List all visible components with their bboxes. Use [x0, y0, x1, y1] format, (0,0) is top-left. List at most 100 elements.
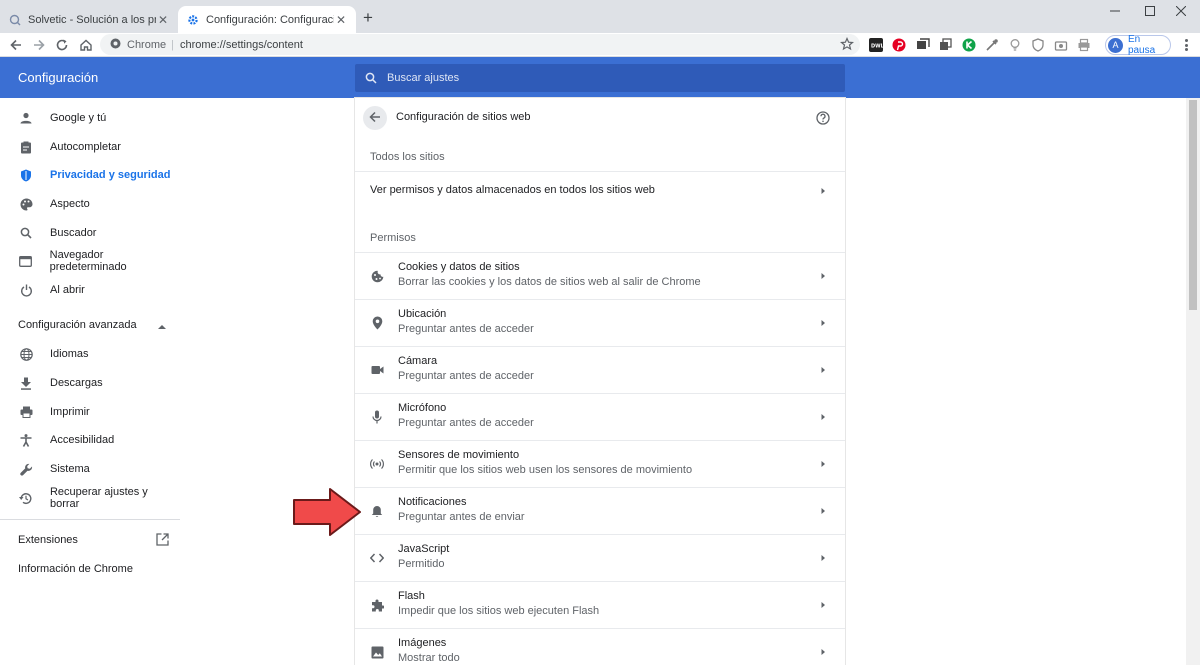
- sidebar-item-about-chrome[interactable]: Información de Chrome: [18, 563, 133, 575]
- advanced-settings-toggle[interactable]: Configuración avanzada: [18, 315, 168, 335]
- row-subtitle: Preguntar antes de enviar: [398, 511, 525, 523]
- row-subtitle: Permitido: [398, 558, 445, 570]
- browser-icon: [19, 254, 33, 268]
- sidebar-item-extensions[interactable]: Extensiones: [18, 534, 78, 546]
- reload-icon[interactable]: [52, 35, 72, 55]
- sidebar-item-privacy[interactable]: Privacidad y seguridad: [0, 161, 180, 189]
- gear-icon: [186, 13, 200, 27]
- chrome-logo-icon: [110, 38, 121, 52]
- close-icon[interactable]: ✕: [334, 13, 348, 27]
- permission-row-images[interactable]: Imágenes Mostrar todo: [355, 628, 845, 665]
- sidebar-item-label: Accesibilidad: [50, 434, 115, 446]
- row-title: Micrófono: [398, 402, 447, 414]
- profile-button[interactable]: A En pausa: [1105, 34, 1171, 56]
- page-scrollbar[interactable]: [1186, 98, 1200, 665]
- open-external-icon[interactable]: [156, 533, 169, 546]
- wrench-icon: [19, 462, 33, 476]
- chevron-right-icon: [818, 458, 828, 468]
- chevron-right-icon: [818, 185, 828, 195]
- download-icon: [19, 376, 33, 390]
- url-text: chrome://settings/content: [179, 38, 303, 51]
- sidebar-item-label: Descargas: [50, 377, 103, 389]
- sidebar-item-appearance[interactable]: Aspecto: [0, 190, 180, 218]
- dwl-icon[interactable]: DWL: [868, 37, 884, 53]
- permission-row-cookies[interactable]: Cookies y datos de sitios Borrar las coo…: [355, 252, 845, 298]
- advanced-settings-label: Configuración avanzada: [18, 319, 137, 331]
- minimize-button[interactable]: [1096, 0, 1134, 22]
- scrollbar-thumb[interactable]: [1189, 100, 1197, 310]
- row-title: Cookies y datos de sitios: [398, 261, 520, 273]
- print-extension-icon[interactable]: [1076, 37, 1092, 53]
- row-title: Notificaciones: [398, 496, 467, 508]
- row-subtitle: Borrar las cookies y los datos de sitios…: [398, 276, 701, 288]
- sidebar-item-label: Buscador: [50, 227, 97, 239]
- eyedropper-icon[interactable]: [984, 37, 1000, 53]
- more-menu-icon[interactable]: [1180, 37, 1192, 53]
- shield-extension-icon[interactable]: [1030, 37, 1046, 53]
- row-title: Ubicación: [398, 308, 447, 320]
- permission-row-camera[interactable]: Cámara Preguntar antes de acceder: [355, 346, 845, 392]
- sidebar-item-autofill[interactable]: Autocompletar: [0, 133, 180, 161]
- settings-header: Configuración Buscar ajustes: [0, 57, 1200, 98]
- back-button[interactable]: [363, 106, 387, 130]
- permission-row-javascript[interactable]: JavaScript Permitido: [355, 534, 845, 580]
- permission-row-motion-sensors[interactable]: Sensores de movimiento Permitir que los …: [355, 440, 845, 486]
- back-arrow-icon[interactable]: [6, 35, 26, 55]
- location-icon: [370, 316, 384, 330]
- close-icon[interactable]: ✕: [156, 13, 170, 27]
- clipboard-icon: [19, 140, 33, 154]
- row-title: JavaScript: [398, 543, 450, 555]
- microphone-icon: [370, 410, 384, 424]
- lightbulb-icon[interactable]: [1007, 37, 1023, 53]
- sidebar-item-on-startup[interactable]: Al abrir: [0, 276, 180, 304]
- tab-copy-icon[interactable]: [938, 37, 954, 53]
- help-icon[interactable]: [816, 111, 830, 125]
- sidebar-item-reset[interactable]: Recuperar ajustes y borrar: [0, 484, 180, 512]
- permission-row-flash[interactable]: Flash Impedir que los sitios web ejecute…: [355, 581, 845, 627]
- svg-text:DWL: DWL: [871, 44, 883, 50]
- camera-extension-icon[interactable]: [1053, 37, 1069, 53]
- row-subtitle: Preguntar antes de acceder: [398, 370, 534, 382]
- section-all-sites: Todos los sitios: [370, 151, 445, 163]
- search-placeholder: Buscar ajustes: [387, 72, 460, 84]
- sidebar-item-system[interactable]: Sistema: [0, 455, 180, 483]
- row-subtitle: Permitir que los sitios web usen los sen…: [398, 464, 693, 476]
- pinterest-icon[interactable]: [891, 37, 907, 53]
- sidebar-item-languages[interactable]: Idiomas: [0, 340, 180, 368]
- sidebar-item-label: Aspecto: [50, 198, 90, 210]
- sidebar-item-label: Navegador predeterminado: [49, 249, 127, 273]
- image-icon: [370, 645, 384, 659]
- chevron-right-icon: [818, 646, 828, 656]
- permission-row-notifications[interactable]: Notificaciones Preguntar antes de enviar: [355, 487, 845, 533]
- permission-row-location[interactable]: Ubicación Preguntar antes de acceder: [355, 299, 845, 345]
- tab-settings[interactable]: Configuración: Configuración de sitios w…: [178, 6, 356, 33]
- sidebar-item-label: Información de Chrome: [18, 563, 133, 575]
- k-extension-icon[interactable]: [961, 37, 977, 53]
- page-title: Configuración: [18, 70, 99, 85]
- chevron-right-icon: [818, 411, 828, 421]
- address-bar[interactable]: Chrome | chrome://settings/content: [100, 34, 860, 55]
- sidebar-item-google[interactable]: Google y tú: [0, 104, 180, 132]
- forward-arrow-icon[interactable]: [29, 35, 49, 55]
- sidebar-item-label: Autocompletar: [50, 141, 121, 153]
- sidebar-item-printing[interactable]: Imprimir: [0, 398, 180, 426]
- sidebar-item-search-engine[interactable]: Buscador: [0, 219, 180, 247]
- tab-solvetic[interactable]: Solvetic - Solución a los problemas ✕: [0, 6, 178, 33]
- sidebar-item-default-browser[interactable]: Navegador predeterminado: [0, 247, 180, 275]
- search-input[interactable]: Buscar ajustes: [355, 64, 845, 92]
- power-icon: [19, 283, 33, 297]
- home-icon[interactable]: [76, 35, 96, 55]
- sidebar-item-accessibility[interactable]: Accesibilidad: [0, 426, 180, 454]
- tab-title: Configuración: Configuración de sitios w…: [206, 13, 334, 26]
- row-title: Sensores de movimiento: [398, 449, 520, 461]
- sidebar-item-downloads[interactable]: Descargas: [0, 369, 180, 397]
- solvetic-favicon-icon: [8, 13, 22, 27]
- sidebar-item-label: Google y tú: [50, 112, 107, 124]
- all-sites-row[interactable]: Ver permisos y datos almacenados en todo…: [355, 171, 845, 207]
- close-window-button[interactable]: [1162, 0, 1200, 22]
- tab-manager-icon[interactable]: [915, 37, 931, 53]
- new-tab-button[interactable]: +: [360, 9, 376, 27]
- search-icon: [365, 72, 377, 84]
- bookmark-star-icon[interactable]: [839, 36, 855, 54]
- permission-row-microphone[interactable]: Micrófono Preguntar antes de acceder: [355, 393, 845, 439]
